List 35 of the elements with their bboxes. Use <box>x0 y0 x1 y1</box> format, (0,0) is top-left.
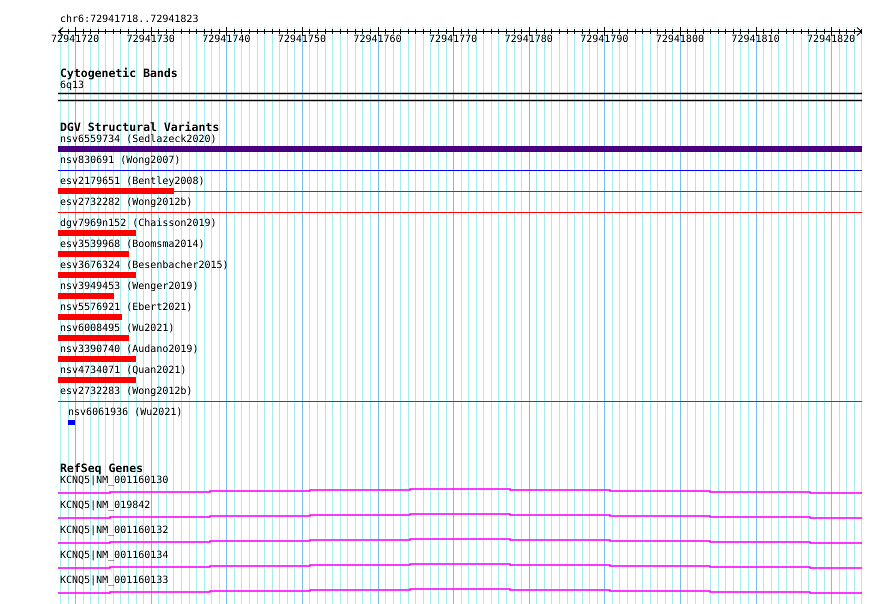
transcript-label: KCNQ5|NM_001160134 <box>59 550 168 562</box>
track-title: RefSeq Genes <box>59 462 144 475</box>
transcript-label: KCNQ5|NM_019842 <box>59 500 150 512</box>
variant-label: esv2179651 (Bentley2008) <box>59 176 204 188</box>
track-title: Cytogenetic Bands <box>59 67 179 80</box>
variant-label: nsv6061936 (Wu2021) <box>67 407 182 419</box>
ruler-label: 72941750 <box>278 34 326 46</box>
variant-label: esv3676324 (Besenbacher2015) <box>59 260 229 272</box>
variant-label: esv2732282 (Wong2012b) <box>59 197 192 209</box>
ruler-label: 72941720 <box>51 34 100 46</box>
ruler-label: 72941740 <box>202 34 250 46</box>
track-title: DGV Structural Variants <box>59 121 220 134</box>
ruler-label: 72941780 <box>504 34 553 46</box>
ruler-label: 72941810 <box>731 34 780 46</box>
variant-label: nsv3949453 (Wenger2019) <box>59 281 198 293</box>
ruler-label: 72941790 <box>580 34 628 46</box>
variant-label: nsv6559734 (Sedlazeck2020) <box>59 134 217 146</box>
variant-label: esv3539968 (Boomsma2014) <box>59 239 204 251</box>
variant-label: esv2732283 (Wong2012b) <box>59 386 192 398</box>
ruler-label: 72941760 <box>353 34 402 46</box>
transcript-label: KCNQ5|NM_001160130 <box>59 475 168 487</box>
variant-label: nsv3390740 (Audano2019) <box>59 344 198 356</box>
band-label: 6q13 <box>59 80 84 92</box>
variant-label: nsv830691 (Wong2007) <box>59 155 180 167</box>
location-label: chr6:72941718..72941823 <box>59 14 198 26</box>
variant-label: nsv4734071 (Quan2021) <box>59 365 186 377</box>
transcript-label: KCNQ5|NM_001160132 <box>59 525 168 537</box>
variant-label: nsv6008495 (Wu2021) <box>59 323 174 335</box>
ruler-label: 72941770 <box>429 34 478 46</box>
ruler-label: 72941730 <box>126 34 175 46</box>
variant-label: nsv5576921 (Ebert2021) <box>59 302 192 314</box>
ruler-label: 72941800 <box>656 34 704 46</box>
transcript-label: KCNQ5|NM_001160133 <box>59 575 168 587</box>
variant-label: dgv7969n152 (Chaisson2019) <box>59 218 217 230</box>
ruler-label: 72941820 <box>807 34 856 46</box>
